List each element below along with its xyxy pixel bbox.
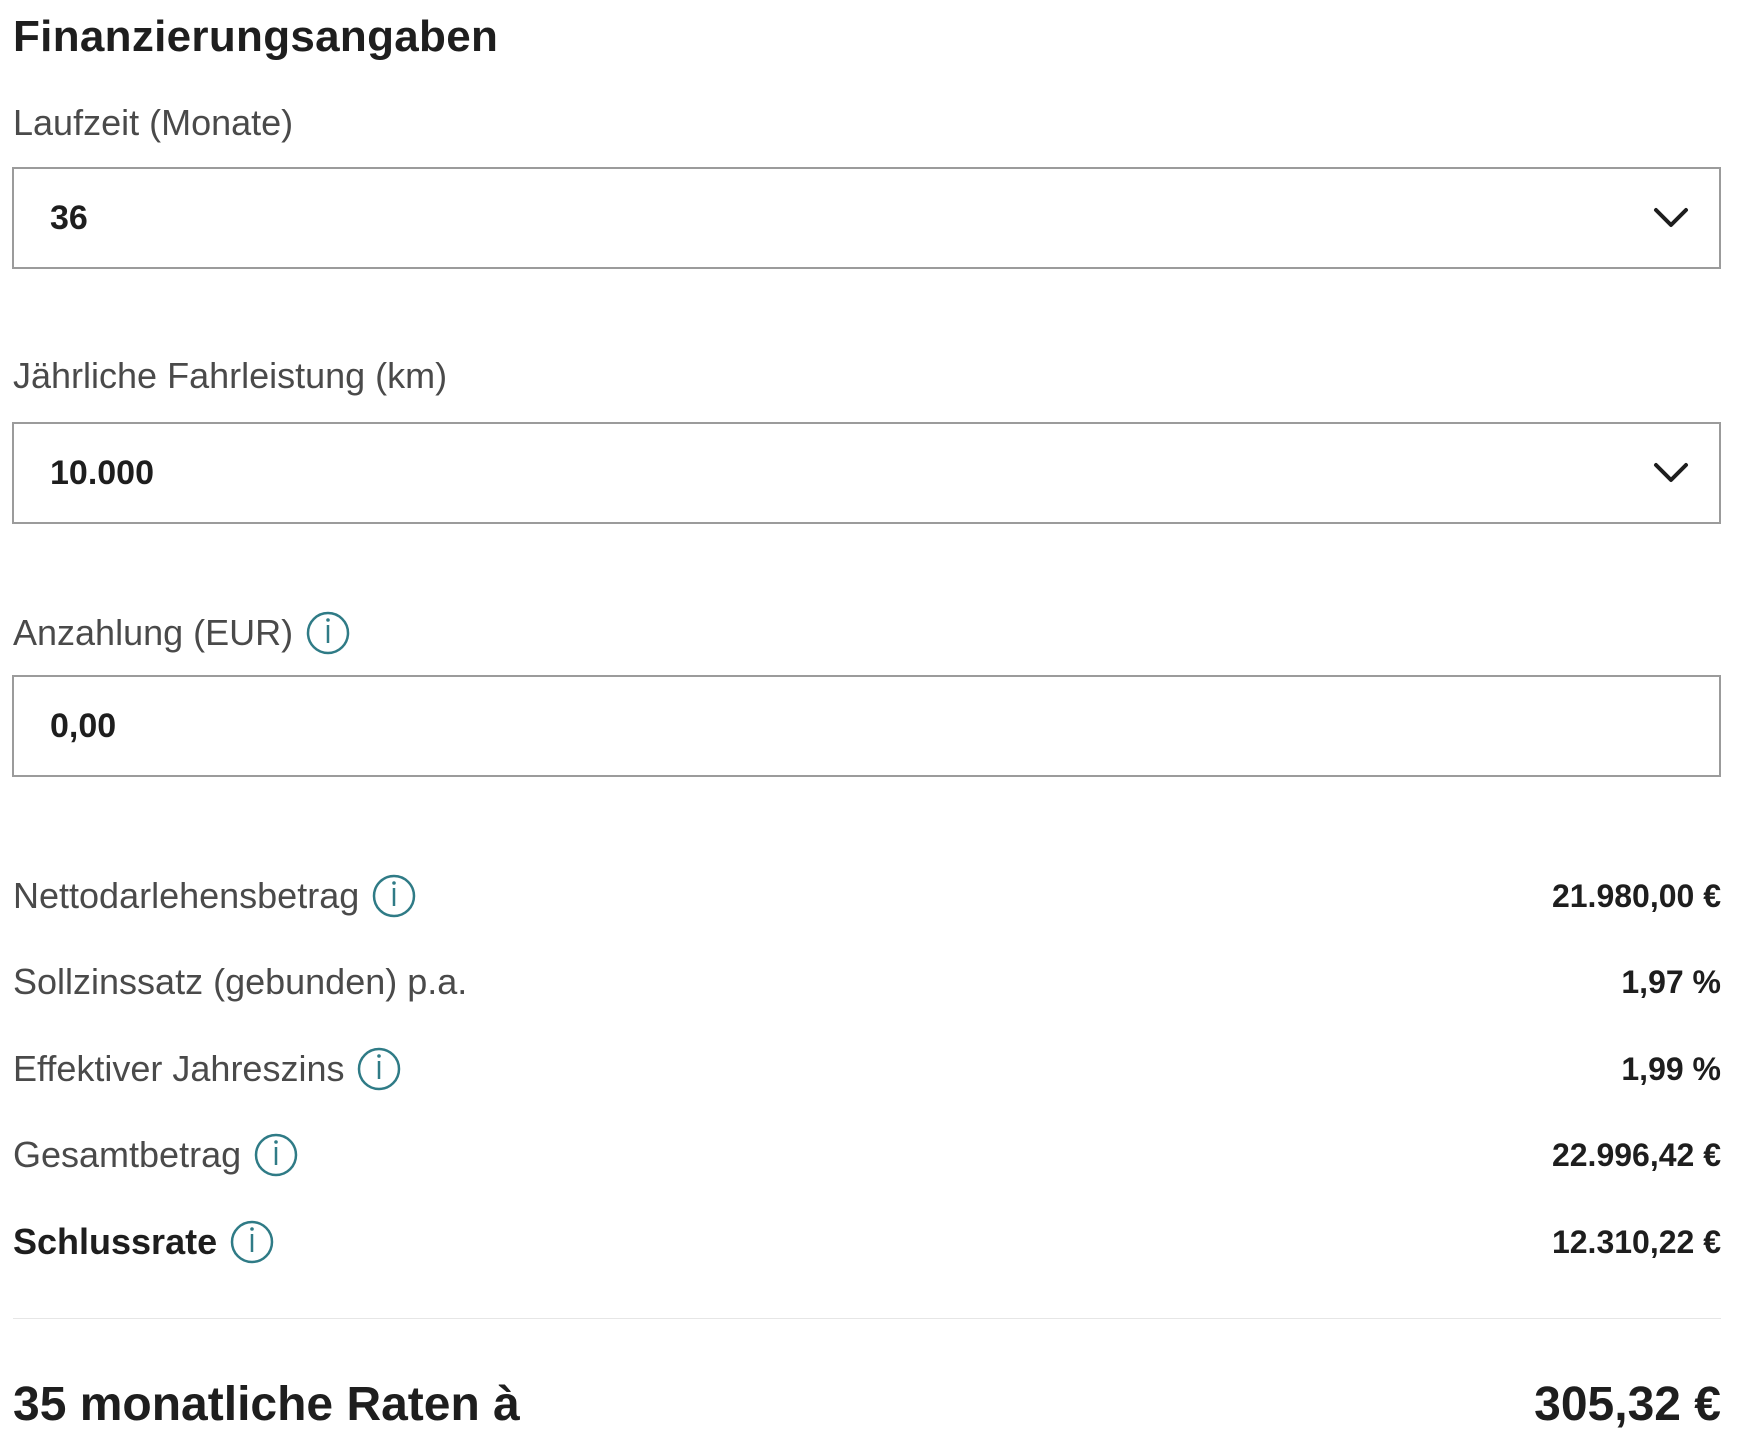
- chevron-down-icon: [1651, 453, 1691, 493]
- summary-value: 1,97 %: [1621, 963, 1721, 1000]
- info-icon[interactable]: [305, 610, 351, 656]
- summary-label-text: Nettodarlehensbetrag: [13, 875, 360, 916]
- laufzeit-label-text: Laufzeit (Monate): [13, 102, 294, 143]
- laufzeit-value: 36: [50, 198, 88, 237]
- info-icon[interactable]: [371, 873, 417, 919]
- summary-label-text: Gesamtbetrag: [13, 1134, 242, 1175]
- fahrleistung-select[interactable]: 10.000: [12, 422, 1721, 524]
- page-title: Finanzierungsangaben: [13, 12, 499, 61]
- summary-value: 12.310,22 €: [1551, 1223, 1721, 1260]
- anzahlung-label-text: Anzahlung (EUR): [13, 612, 294, 653]
- total-label: 35 monatliche Raten à: [13, 1377, 520, 1431]
- laufzeit-label: Laufzeit (Monate): [13, 102, 293, 144]
- divider: [13, 1318, 1721, 1319]
- total-row: 35 monatliche Raten à 305,32 €: [13, 1372, 1721, 1436]
- summary-value: 1,99 %: [1621, 1050, 1721, 1087]
- summary-label: Sollzinssatz (gebunden) p.a.: [13, 961, 467, 1003]
- total-value: 305,32 €: [1534, 1377, 1721, 1431]
- anzahlung-input[interactable]: 0,00: [12, 675, 1721, 777]
- summary-value: 22.996,42 €: [1551, 1136, 1721, 1173]
- summary-row-gesamtbetrag: Gesamtbetrag 22.996,42 €: [13, 1125, 1721, 1185]
- summary-label-text: Sollzinssatz (gebunden) p.a.: [13, 961, 468, 1002]
- summary-label: Effektiver Jahreszins: [13, 1046, 402, 1092]
- summary-row-sollzinssatz: Sollzinssatz (gebunden) p.a. 1,97 %: [13, 952, 1721, 1012]
- summary-row-nettodarlehensbetrag: Nettodarlehensbetrag 21.980,00 €: [13, 866, 1721, 926]
- summary-value: 21.980,00 €: [1551, 877, 1721, 914]
- summary-label: Nettodarlehensbetrag: [13, 873, 417, 919]
- fahrleistung-label-text: Jährliche Fahrleistung (km): [13, 355, 448, 396]
- summary-row-schlussrate: Schlussrate 12.310,22 €: [13, 1212, 1721, 1272]
- summary-label: Gesamtbetrag: [13, 1132, 299, 1178]
- anzahlung-label: Anzahlung (EUR): [13, 610, 351, 656]
- anzahlung-value: 0,00: [50, 706, 117, 745]
- summary-label: Schlussrate: [13, 1219, 275, 1265]
- summary-label-text: Schlussrate: [13, 1221, 218, 1262]
- laufzeit-select[interactable]: 36: [12, 167, 1721, 269]
- fahrleistung-value: 10.000: [50, 453, 154, 492]
- info-icon[interactable]: [253, 1132, 299, 1178]
- chevron-down-icon: [1651, 198, 1691, 238]
- info-icon[interactable]: [229, 1219, 275, 1265]
- fahrleistung-label: Jährliche Fahrleistung (km): [13, 355, 447, 397]
- summary-row-effektiver-jahreszins: Effektiver Jahreszins 1,99 %: [13, 1039, 1721, 1099]
- summary-label-text: Effektiver Jahreszins: [13, 1048, 345, 1089]
- info-icon[interactable]: [356, 1046, 402, 1092]
